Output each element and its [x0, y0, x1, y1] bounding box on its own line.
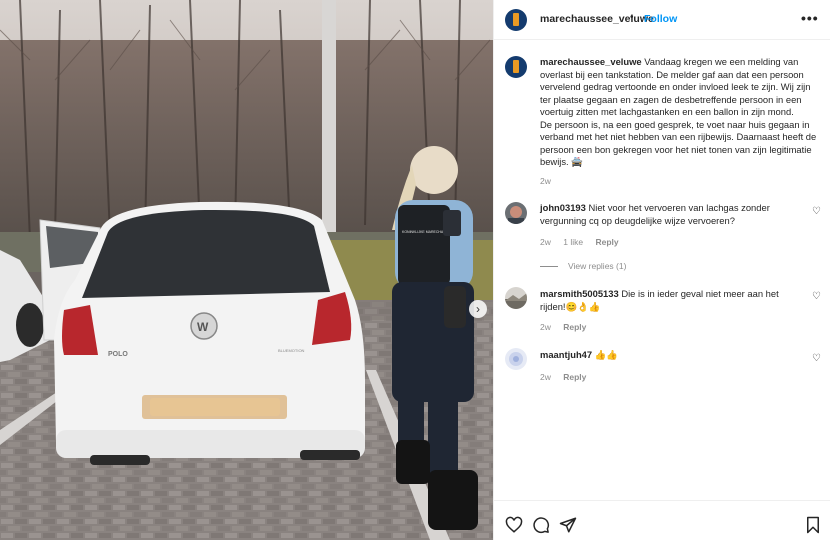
- view-replies-button[interactable]: View replies (1): [540, 261, 626, 271]
- photo-illustration: W POLO BLUEMOTION KONINKLIJKE MARECHAUSS…: [0, 0, 493, 540]
- comment-avatar[interactable]: [505, 202, 527, 224]
- comment-username[interactable]: john03193: [540, 202, 586, 213]
- comment-meta: 2w Reply: [540, 322, 596, 332]
- caption-username[interactable]: marechaussee_veluwe: [540, 56, 642, 67]
- post-header: marechaussee_veluwe • Follow •••: [494, 0, 830, 40]
- user-photo-icon: [505, 287, 527, 309]
- comment-time[interactable]: 2w: [540, 322, 551, 332]
- view-replies-label: View replies (1): [568, 261, 627, 271]
- car-sub-badge: BLUEMOTION: [278, 348, 305, 353]
- comment-icon[interactable]: [532, 516, 550, 534]
- user-photo-icon: [505, 202, 527, 224]
- reply-button[interactable]: Reply: [563, 372, 586, 382]
- action-bar: [494, 500, 830, 540]
- comment-meta: 2w 1 like Reply: [540, 237, 629, 247]
- comment-time[interactable]: 2w: [540, 372, 551, 382]
- reply-button[interactable]: Reply: [563, 322, 586, 332]
- account-avatar[interactable]: [505, 9, 527, 31]
- svg-text:W: W: [197, 320, 209, 334]
- user-photo-icon: [505, 348, 527, 370]
- comment-likes[interactable]: 1 like: [563, 237, 583, 247]
- header-username[interactable]: marechaussee_veluwe: [540, 13, 654, 25]
- separator-dot: •: [630, 12, 634, 23]
- comment-body: 👍👍: [594, 349, 619, 360]
- caption-timestamp[interactable]: 2w: [540, 176, 551, 186]
- comment-like-heart-icon[interactable]: ♡: [812, 353, 821, 364]
- follow-button[interactable]: Follow: [644, 13, 677, 25]
- comment-username[interactable]: maantjuh47: [540, 349, 592, 360]
- comment-username[interactable]: marsmith5005133: [540, 288, 619, 299]
- share-icon[interactable]: [559, 516, 577, 534]
- comment-avatar[interactable]: [505, 287, 527, 309]
- comment-text: maantjuh47 👍👍: [540, 349, 780, 362]
- carousel-next-button[interactable]: ›: [469, 300, 487, 318]
- comment-text: marsmith5005133 Die is in ieder geval ni…: [540, 288, 780, 313]
- post-details-panel: marechaussee_veluwe • Follow ••• marecha…: [493, 0, 830, 540]
- comment-like-heart-icon[interactable]: ♡: [812, 291, 821, 302]
- comment-like-heart-icon[interactable]: ♡: [812, 206, 821, 217]
- comment-text: john03193 Niet voor het vervoeren van la…: [540, 202, 780, 227]
- comment-meta: 2w Reply: [540, 372, 596, 382]
- more-options-icon[interactable]: •••: [801, 10, 819, 26]
- reply-button[interactable]: Reply: [595, 237, 618, 247]
- caption-text: marechaussee_veluwe Vandaag kregen we ee…: [540, 56, 822, 169]
- replies-divider: [540, 266, 558, 268]
- comment-avatar[interactable]: [505, 348, 527, 370]
- heart-icon[interactable]: [505, 516, 523, 534]
- bookmark-icon[interactable]: [804, 516, 822, 534]
- comment-time[interactable]: 2w: [540, 237, 551, 247]
- caption-avatar[interactable]: [505, 56, 527, 78]
- car-badge: POLO: [108, 351, 128, 358]
- caption-body-2: De persoon is, na een goed gesprek, te v…: [540, 118, 817, 168]
- post-photo[interactable]: W POLO BLUEMOTION KONINKLIJKE MARECHAUSS…: [0, 0, 493, 540]
